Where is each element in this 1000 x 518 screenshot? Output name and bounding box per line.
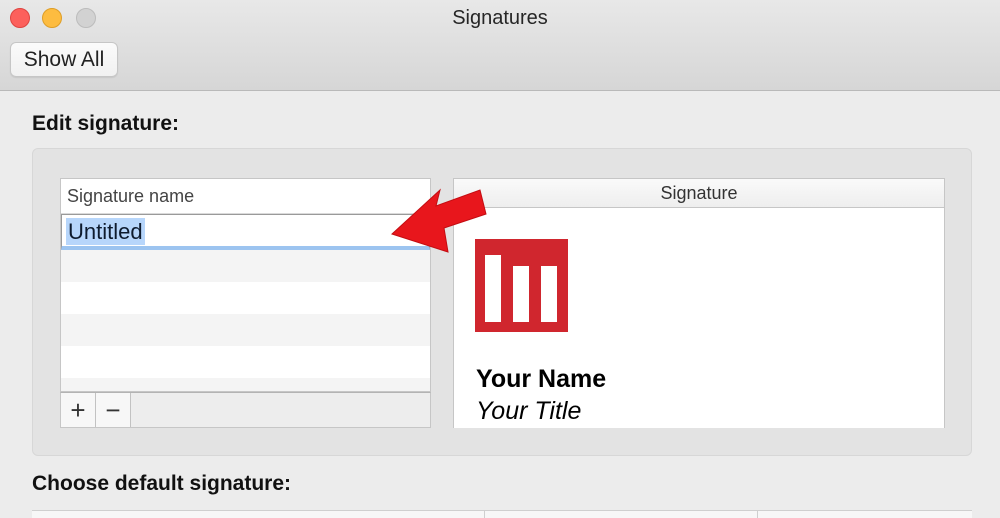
choose-default-signature-heading: Choose default signature:: [32, 472, 292, 495]
signature-name-list[interactable]: Signature name Untitled: [60, 178, 431, 392]
title-bar: Signatures Show All: [0, 0, 1000, 91]
list-row-empty: [61, 314, 430, 346]
signature-name-text: Your Name: [476, 365, 607, 393]
list-row-empty: [61, 250, 430, 282]
signature-name-field[interactable]: Untitled: [66, 218, 145, 245]
pointer-arrow-icon: [388, 186, 488, 261]
signature-name-column-header[interactable]: Signature name: [61, 179, 430, 214]
edit-signature-heading: Edit signature:: [32, 112, 180, 135]
brand-m-logo-icon: [475, 239, 568, 337]
list-button-bar: + −: [60, 392, 431, 428]
window-title: Signatures: [452, 7, 548, 29]
list-row-empty: [61, 346, 430, 378]
remove-signature-button[interactable]: −: [96, 393, 131, 427]
add-signature-button[interactable]: +: [61, 393, 96, 427]
list-row-empty: [61, 378, 430, 391]
signature-editor[interactable]: Signature Your Name Your Title: [453, 178, 945, 428]
signature-title-text: Your Title: [476, 397, 582, 425]
show-all-button[interactable]: Show All: [10, 42, 118, 77]
list-row-empty: [61, 282, 430, 314]
signature-column-header: Signature: [454, 179, 944, 208]
signature-name-row-editing[interactable]: Untitled: [61, 214, 430, 250]
